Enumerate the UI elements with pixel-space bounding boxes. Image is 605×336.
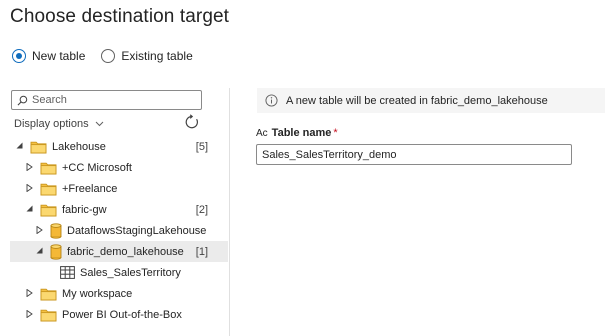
expanded-caret-icon[interactable] [14,142,24,151]
tree-item[interactable]: My workspace [10,283,228,304]
folder-icon [40,308,57,322]
tree-item-label: fabric-gw [62,203,107,216]
info-message-bar: A new table will be created in fabric_de… [257,88,605,113]
tree-item-count: [5] [195,140,208,153]
folder-icon [30,140,47,154]
tree-item-label: My workspace [62,287,133,300]
dialog-title: Choose destination target [10,6,230,27]
tree-item[interactable]: fabric-gw [2] [10,199,228,220]
radio-unchecked-icon [101,49,116,63]
display-options-label: Display options [14,118,89,130]
tree-item-label: Lakehouse [52,140,106,153]
tree-item[interactable]: DataflowsStagingLakehouse [10,220,228,241]
collapsed-caret-icon[interactable] [34,225,44,236]
info-icon [265,94,278,107]
folder-icon [40,182,57,196]
tree-item-label: DataflowsStagingLakehouse [67,224,207,237]
radio-checked-icon [12,49,26,63]
database-icon [50,243,62,260]
collapsed-caret-icon[interactable] [24,183,34,194]
refresh-icon [185,114,198,129]
tree-item[interactable]: +Freelance [10,178,228,199]
required-marker: * [333,127,338,139]
tree-item-label: Sales_SalesTerritory [80,266,181,279]
table-name-value: Sales_SalesTerritory_demo [262,148,397,161]
tree-item-label: Power BI Out-of-the-Box [62,308,182,321]
database-icon [50,222,62,239]
tree-item[interactable]: +CC Microsoft [10,157,228,178]
existing-table-radio[interactable]: Existing table [101,49,193,63]
folder-icon [40,203,57,217]
tree-item[interactable]: Power BI Out-of-the-Box [10,304,228,325]
table-name-label-text: Table name [271,127,332,139]
search-input[interactable]: Search [11,90,202,110]
panel-divider [229,88,230,336]
text-field-icon: Aᴄ [256,127,268,139]
table-name-label: Aᴄ Table name * [256,127,338,139]
table-icon [60,266,75,279]
tree-item[interactable]: Sales_SalesTerritory [10,262,228,283]
tree-item-label: +CC Microsoft [62,161,132,174]
tree-item[interactable]: Lakehouse [5] [10,136,228,157]
expanded-caret-icon[interactable] [34,247,44,256]
table-name-input[interactable]: Sales_SalesTerritory_demo [256,144,572,165]
tree-item-count: [1] [195,245,208,258]
collapsed-caret-icon[interactable] [24,288,34,299]
refresh-button[interactable] [184,114,200,135]
search-icon [17,95,28,105]
existing-table-label: Existing table [121,49,193,63]
display-options-dropdown[interactable]: Display options [14,118,104,130]
new-table-label: New table [32,49,86,63]
tree-item-label: +Freelance [62,182,118,195]
info-message-text: A new table will be created in fabric_de… [286,94,548,107]
search-placeholder: Search [32,94,67,106]
navigator-tree: Lakehouse [5] +CC Microsoft +Freelance fabri… [10,136,228,325]
tree-item-count: [2] [195,203,208,216]
tree-item[interactable]: fabric_demo_lakehouse [1] [10,241,228,262]
folder-icon [40,161,57,175]
target-mode-radio-group: New table Existing table [12,49,209,63]
collapsed-caret-icon[interactable] [24,162,34,173]
folder-icon [40,287,57,301]
new-table-radio[interactable]: New table [12,49,85,63]
collapsed-caret-icon[interactable] [24,309,34,320]
chevron-down-icon [95,119,104,129]
tree-item-label: fabric_demo_lakehouse [67,245,184,258]
expanded-caret-icon[interactable] [24,205,34,214]
